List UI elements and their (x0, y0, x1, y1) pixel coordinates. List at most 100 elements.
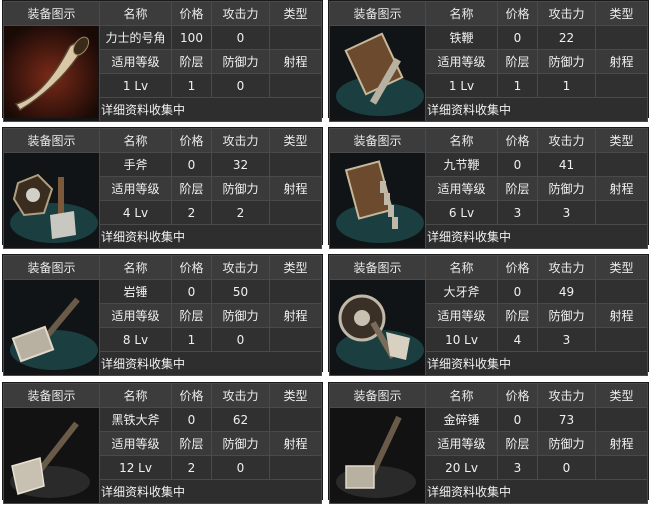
tier-label: 阶层 (171, 431, 212, 456)
name-header: 名称 (425, 1, 498, 26)
item-level: 12 Lv (99, 455, 172, 480)
level-label: 适用等级 (99, 176, 172, 201)
level-label: 适用等级 (99, 431, 172, 456)
item-name: 黑铁大斧 (99, 407, 172, 432)
item-defense: 3 (537, 200, 596, 225)
item-tier: 3 (497, 455, 538, 480)
price-header: 价格 (497, 255, 538, 280)
attack-header: 攻击力 (211, 1, 270, 26)
item-type (269, 152, 322, 177)
item-type (269, 25, 322, 50)
tier-label: 阶层 (171, 49, 212, 74)
item-attack: 49 (537, 279, 596, 304)
icon-header: 装备图示 (329, 255, 426, 280)
tier-label: 阶层 (497, 431, 538, 456)
defense-label: 防御力 (537, 176, 596, 201)
item-price: 0 (171, 152, 212, 177)
defense-label: 防御力 (211, 431, 270, 456)
item-range (595, 200, 648, 225)
type-header: 类型 (595, 255, 648, 280)
attack-header: 攻击力 (537, 255, 596, 280)
level-label: 适用等级 (99, 303, 172, 328)
name-header: 名称 (425, 128, 498, 153)
level-label: 适用等级 (425, 49, 498, 74)
item-card: 装备图示 名称 价格 攻击力 类型 岩锤 0 50 适用等级 阶层 防御力 射程… (2, 254, 323, 376)
tier-label: 阶层 (497, 176, 538, 201)
item-type (595, 279, 648, 304)
item-card: 装备图示 名称 价格 攻击力 类型 手斧 0 32 适用等级 阶层 防御力 射程… (2, 127, 323, 249)
attack-header: 攻击力 (211, 255, 270, 280)
rock-hammer-icon (4, 280, 98, 372)
item-name: 岩锤 (99, 279, 172, 304)
item-note: 详细资料收集中 (99, 351, 322, 376)
attack-header: 攻击力 (537, 128, 596, 153)
fang-axe-icon (330, 280, 424, 372)
item-range (269, 200, 322, 225)
price-header: 价格 (171, 383, 212, 408)
item-level: 6 Lv (425, 200, 498, 225)
item-range (269, 455, 322, 480)
tier-label: 阶层 (171, 176, 212, 201)
range-label: 射程 (595, 303, 648, 328)
name-header: 名称 (99, 1, 172, 26)
item-note: 详细资料收集中 (99, 224, 322, 249)
attack-header: 攻击力 (537, 383, 596, 408)
gold-crusher-hammer-icon (330, 408, 424, 500)
item-attack: 32 (211, 152, 270, 177)
item-price: 0 (171, 407, 212, 432)
item-image (3, 279, 100, 376)
defense-label: 防御力 (537, 303, 596, 328)
item-image (329, 279, 426, 376)
item-level: 4 Lv (99, 200, 172, 225)
item-attack: 41 (537, 152, 596, 177)
item-defense: 1 (537, 73, 596, 98)
item-name: 力士的号角 (99, 25, 172, 50)
item-type (595, 407, 648, 432)
icon-header: 装备图示 (3, 255, 100, 280)
name-header: 名称 (99, 128, 172, 153)
item-attack: 50 (211, 279, 270, 304)
item-level: 10 Lv (425, 327, 498, 352)
item-level: 20 Lv (425, 455, 498, 480)
item-card: 装备图示 名称 价格 攻击力 类型 九节鞭 0 41 适用等级 阶层 防御力 射… (328, 127, 649, 249)
nine-section-whip-icon (330, 153, 424, 245)
iron-whip-icon (330, 26, 424, 118)
item-note: 详细资料收集中 (99, 479, 322, 504)
name-header: 名称 (425, 255, 498, 280)
item-tier: 1 (171, 327, 212, 352)
item-note: 详细资料收集中 (425, 351, 648, 376)
level-label: 适用等级 (99, 49, 172, 74)
price-header: 价格 (171, 128, 212, 153)
item-range (269, 327, 322, 352)
item-level: 1 Lv (425, 73, 498, 98)
range-label: 射程 (595, 431, 648, 456)
item-image (3, 407, 100, 504)
name-header: 名称 (99, 255, 172, 280)
item-defense: 0 (537, 455, 596, 480)
defense-label: 防御力 (211, 176, 270, 201)
item-price: 0 (497, 25, 538, 50)
item-price: 0 (497, 152, 538, 177)
item-tier: 2 (171, 455, 212, 480)
defense-label: 防御力 (211, 49, 270, 74)
item-attack: 73 (537, 407, 596, 432)
attack-header: 攻击力 (211, 128, 270, 153)
type-header: 类型 (269, 1, 322, 26)
item-tier: 1 (497, 73, 538, 98)
item-name: 大牙斧 (425, 279, 498, 304)
range-label: 射程 (269, 431, 322, 456)
item-range (595, 327, 648, 352)
type-header: 类型 (269, 255, 322, 280)
attack-header: 攻击力 (537, 1, 596, 26)
item-defense: 0 (211, 455, 270, 480)
icon-header: 装备图示 (329, 383, 426, 408)
item-defense: 0 (211, 73, 270, 98)
tier-label: 阶层 (171, 303, 212, 328)
item-price: 0 (171, 279, 212, 304)
item-tier: 4 (497, 327, 538, 352)
defense-label: 防御力 (211, 303, 270, 328)
item-type (595, 152, 648, 177)
item-note: 详细资料收集中 (425, 479, 648, 504)
icon-header: 装备图示 (329, 128, 426, 153)
defense-label: 防御力 (537, 431, 596, 456)
